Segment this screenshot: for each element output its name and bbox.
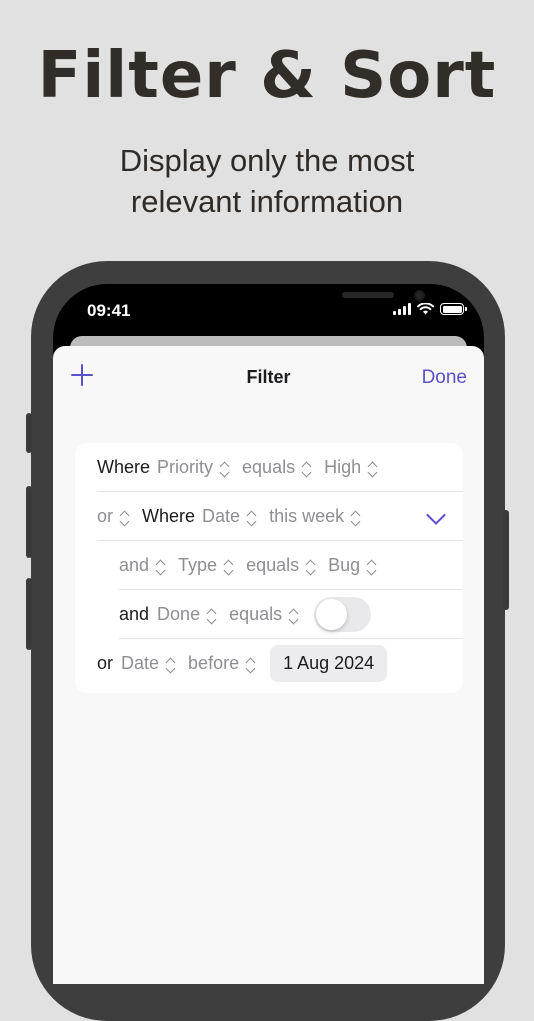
group-conjunction-picker[interactable]: or [97, 506, 113, 527]
chevron-up-down-icon[interactable] [205, 606, 218, 624]
field-picker[interactable]: Done [157, 604, 200, 625]
value-picker[interactable]: Bug [328, 555, 360, 576]
chevron-up-down-icon[interactable] [365, 557, 378, 575]
field-picker[interactable]: Date [121, 653, 159, 674]
chevron-up-down-icon[interactable] [164, 655, 177, 673]
nav-title: Filter [246, 367, 291, 387]
chevron-up-down-icon[interactable] [245, 508, 258, 526]
notch [152, 284, 425, 320]
operator-picker[interactable]: equals [246, 555, 299, 576]
conjunction-label: and [119, 604, 150, 624]
filter-row-3: and Type equals Bug [75, 541, 463, 590]
value-picker[interactable]: High [324, 457, 361, 478]
volume-up-button [26, 486, 32, 558]
subheadline-line-2: relevant information [130, 184, 404, 219]
chevron-up-down-icon[interactable] [244, 655, 257, 673]
chevron-down-icon[interactable] [426, 505, 446, 525]
chevron-up-down-icon[interactable] [218, 459, 231, 477]
operator-picker[interactable]: before [188, 653, 239, 674]
operator-picker[interactable]: equals [242, 457, 295, 478]
field-picker[interactable]: Type [178, 555, 217, 576]
volume-down-button [26, 578, 32, 650]
date-picker[interactable]: 1 Aug 2024 [270, 645, 388, 682]
chevron-up-down-icon[interactable] [118, 508, 131, 526]
front-camera-icon [414, 290, 425, 301]
chevron-up-down-icon[interactable] [300, 459, 313, 477]
conjunction-label: Where [142, 506, 196, 526]
conjunction-label: or [97, 653, 114, 673]
subheadline: Display only the most relevant informati… [0, 140, 534, 222]
chevron-up-down-icon[interactable] [222, 557, 235, 575]
done-button[interactable]: Done [422, 367, 467, 389]
filter-card: Where Priority equals High or Where Date [75, 443, 463, 693]
chevron-up-down-icon[interactable] [154, 557, 167, 575]
filter-group-row: or Where Date this week [75, 492, 463, 541]
headline: Filter & Sort [37, 39, 497, 113]
status-time: 09:41 [87, 301, 131, 320]
operator-picker[interactable]: equals [229, 604, 282, 625]
field-picker[interactable]: Date [202, 506, 240, 527]
done-toggle[interactable] [314, 597, 372, 632]
chevron-up-down-icon[interactable] [304, 557, 317, 575]
subheadline-line-1: Display only the most [119, 143, 415, 178]
field-picker[interactable]: Priority [157, 457, 213, 478]
filter-sheet: Filter Done Where Priority equals High o… [53, 346, 484, 984]
cellular-signal-icon [393, 303, 411, 315]
chevron-up-down-icon[interactable] [287, 606, 300, 624]
chevron-up-down-icon[interactable] [349, 508, 362, 526]
filter-row-4: and Done equals [75, 590, 463, 639]
operator-picker[interactable]: this week [269, 506, 344, 527]
chevron-up-down-icon[interactable] [366, 459, 379, 477]
conjunction-label: Where [97, 457, 151, 477]
power-button [503, 510, 509, 610]
mute-switch [26, 413, 32, 453]
filter-row-5: or Date before 1 Aug 2024 [75, 639, 463, 688]
filter-row-1: Where Priority equals High [75, 443, 463, 492]
speaker-grille [342, 292, 394, 298]
battery-icon [440, 303, 467, 315]
status-icons [393, 303, 467, 315]
phone-screen: 09:41 Filter Done Where Priority equals … [53, 284, 484, 984]
wifi-icon [417, 303, 434, 315]
conjunction-picker[interactable]: and [119, 555, 149, 576]
toggle-knob [316, 599, 348, 630]
